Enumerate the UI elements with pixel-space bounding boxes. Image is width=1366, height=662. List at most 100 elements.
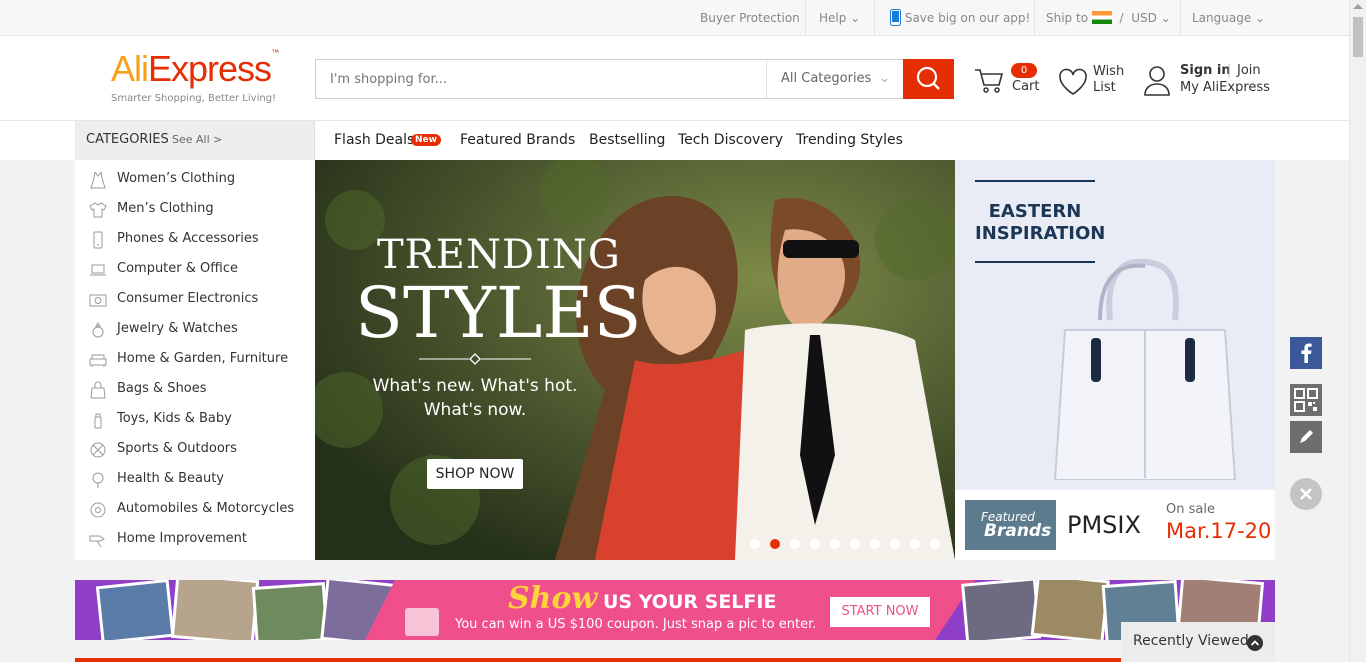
wish-label-1[interactable]: Wish: [1093, 64, 1124, 79]
ship-to-label: Ship to: [1046, 11, 1089, 25]
eastern-rule-bottom: [975, 261, 1095, 263]
pencil-icon: [1300, 430, 1313, 443]
category-item[interactable]: Home Improvement: [75, 525, 315, 555]
cart-label[interactable]: Cart: [1012, 79, 1040, 94]
category-item[interactable]: Women’s Clothing: [75, 165, 315, 195]
app-link[interactable]: Save big on our app!: [890, 0, 1030, 36]
eastern-title: EASTERN INSPIRATION: [975, 201, 1105, 245]
sofa-icon: [89, 351, 107, 369]
carousel-dot[interactable]: [870, 539, 880, 549]
laptop-icon: [89, 261, 107, 279]
category-item[interactable]: Men’s Clothing: [75, 195, 315, 225]
carousel-dot[interactable]: [790, 539, 800, 549]
banner-headline-2: STYLES: [355, 272, 642, 354]
join-link[interactable]: Join: [1237, 63, 1261, 78]
dress-icon: [89, 171, 107, 189]
logo-express: Express: [148, 48, 272, 89]
category-item[interactable]: Sports & Outdoors: [75, 435, 315, 465]
carousel-dot[interactable]: [930, 539, 940, 549]
category-select[interactable]: All Categories ⌄: [766, 60, 904, 98]
tool-icon: [89, 531, 107, 549]
aliexpress-logo[interactable]: AliExpress™: [111, 48, 279, 90]
facebook-button[interactable]: [1290, 337, 1322, 369]
category-item[interactable]: Jewelry & Watches: [75, 315, 315, 345]
category-select-label: All Categories: [781, 71, 872, 86]
banner-subtitle-2: What's now.: [423, 400, 527, 420]
category-item[interactable]: Bags & Shoes: [75, 375, 315, 405]
scroll-thumb[interactable]: [1353, 17, 1363, 57]
divider: [805, 0, 806, 36]
category-label: Toys, Kids & Baby: [117, 411, 232, 426]
category-label: Women’s Clothing: [117, 171, 236, 186]
logo-tm: ™: [271, 48, 279, 57]
chevron-down-icon: ⌄: [1255, 11, 1266, 25]
category-label: Automobiles & Motorcycles: [117, 501, 295, 516]
search-bar: All Categories ⌄: [315, 59, 954, 99]
diamond-divider-icon: [419, 353, 531, 365]
category-label: Health & Beauty: [117, 471, 225, 486]
selfie-promo-banner[interactable]: Show US YOUR SELFIE You can win a US $10…: [75, 580, 1275, 640]
new-badge: New: [411, 134, 441, 146]
my-aliexpress-link[interactable]: My AliExpress: [1180, 80, 1270, 95]
search-input[interactable]: [316, 60, 766, 98]
category-item[interactable]: Consumer Electronics: [75, 285, 315, 315]
category-item[interactable]: Automobiles & Motorcycles: [75, 495, 315, 525]
category-item[interactable]: Phones & Accessories: [75, 225, 315, 255]
start-now-button[interactable]: START NOW: [830, 597, 930, 627]
nav-bestselling[interactable]: Bestselling: [589, 132, 665, 148]
beauty-icon: [89, 471, 107, 489]
carousel-dot[interactable]: [830, 539, 840, 549]
feedback-button[interactable]: [1290, 421, 1322, 453]
chevron-down-icon: ⌄: [879, 71, 890, 86]
eastern-line-2: INSPIRATION: [975, 223, 1106, 244]
category-item[interactable]: Computer & Office: [75, 255, 315, 285]
close-side-button[interactable]: [1290, 478, 1322, 510]
ship-slash: /: [1119, 11, 1124, 25]
app-label: Save big on our app!: [904, 11, 1031, 25]
recently-viewed-toggle[interactable]: Recently Viewed: [1121, 622, 1275, 662]
carousel-dot[interactable]: [750, 539, 760, 549]
search-button[interactable]: [903, 59, 954, 99]
brand-name[interactable]: PMSIX: [1067, 511, 1141, 539]
nav-tech-discovery[interactable]: Tech Discovery: [678, 132, 783, 148]
wish-label-2[interactable]: List: [1093, 80, 1116, 95]
carousel-dot[interactable]: [910, 539, 920, 549]
shop-now-button[interactable]: SHOP NOW: [427, 459, 523, 489]
see-all-link[interactable]: See All >: [172, 133, 222, 146]
eastern-line-1: EASTERN: [988, 201, 1082, 222]
language-menu[interactable]: Language ⌄: [1192, 0, 1265, 36]
sign-in-link[interactable]: Sign in: [1180, 63, 1231, 78]
qr-code-button[interactable]: [1290, 384, 1322, 416]
carousel-dot[interactable]: [890, 539, 900, 549]
category-item[interactable]: Health & Beauty: [75, 465, 315, 495]
scroll-up-arrow-icon[interactable]: [1353, 4, 1363, 9]
category-label: Sports & Outdoors: [117, 441, 237, 456]
selfie-title: US YOUR SELFIE: [603, 591, 777, 613]
nav-flash-deals[interactable]: Flash Deals: [334, 132, 414, 148]
carousel-dot[interactable]: [770, 539, 780, 549]
category-label: Computer & Office: [117, 261, 238, 276]
category-label: Jewelry & Watches: [117, 321, 238, 336]
top-bar: Buyer Protection Help ⌄ Save big on our …: [0, 0, 1349, 36]
category-item[interactable]: Home & Garden, Furniture: [75, 345, 315, 375]
category-item[interactable]: Toys, Kids & Baby: [75, 405, 315, 435]
divider: [874, 0, 875, 36]
camera-icon: [89, 291, 107, 309]
nav-trending-styles[interactable]: Trending Styles: [796, 132, 903, 148]
buyer-protection-link[interactable]: Buyer Protection: [700, 0, 800, 36]
ring-icon: [89, 321, 107, 339]
carousel-dot[interactable]: [810, 539, 820, 549]
nav-featured-brands[interactable]: Featured Brands: [460, 132, 575, 148]
featured-brands-logo: Featured Brands: [965, 500, 1056, 550]
carousel-dot[interactable]: [850, 539, 860, 549]
banner-photo: [315, 160, 955, 560]
hero-banner[interactable]: TRENDING STYLES What's new. What's hot. …: [315, 160, 955, 560]
account-divider: |: [1227, 63, 1232, 78]
ship-to-menu[interactable]: Ship to / USD ⌄: [1046, 0, 1171, 36]
facebook-icon: [1301, 343, 1312, 363]
logo-ali: Ali: [111, 48, 149, 89]
selfie-photos-left: [75, 580, 455, 640]
mobile-icon: [890, 9, 901, 26]
page-scrollbar[interactable]: [1349, 0, 1366, 662]
help-menu[interactable]: Help ⌄: [819, 0, 860, 36]
